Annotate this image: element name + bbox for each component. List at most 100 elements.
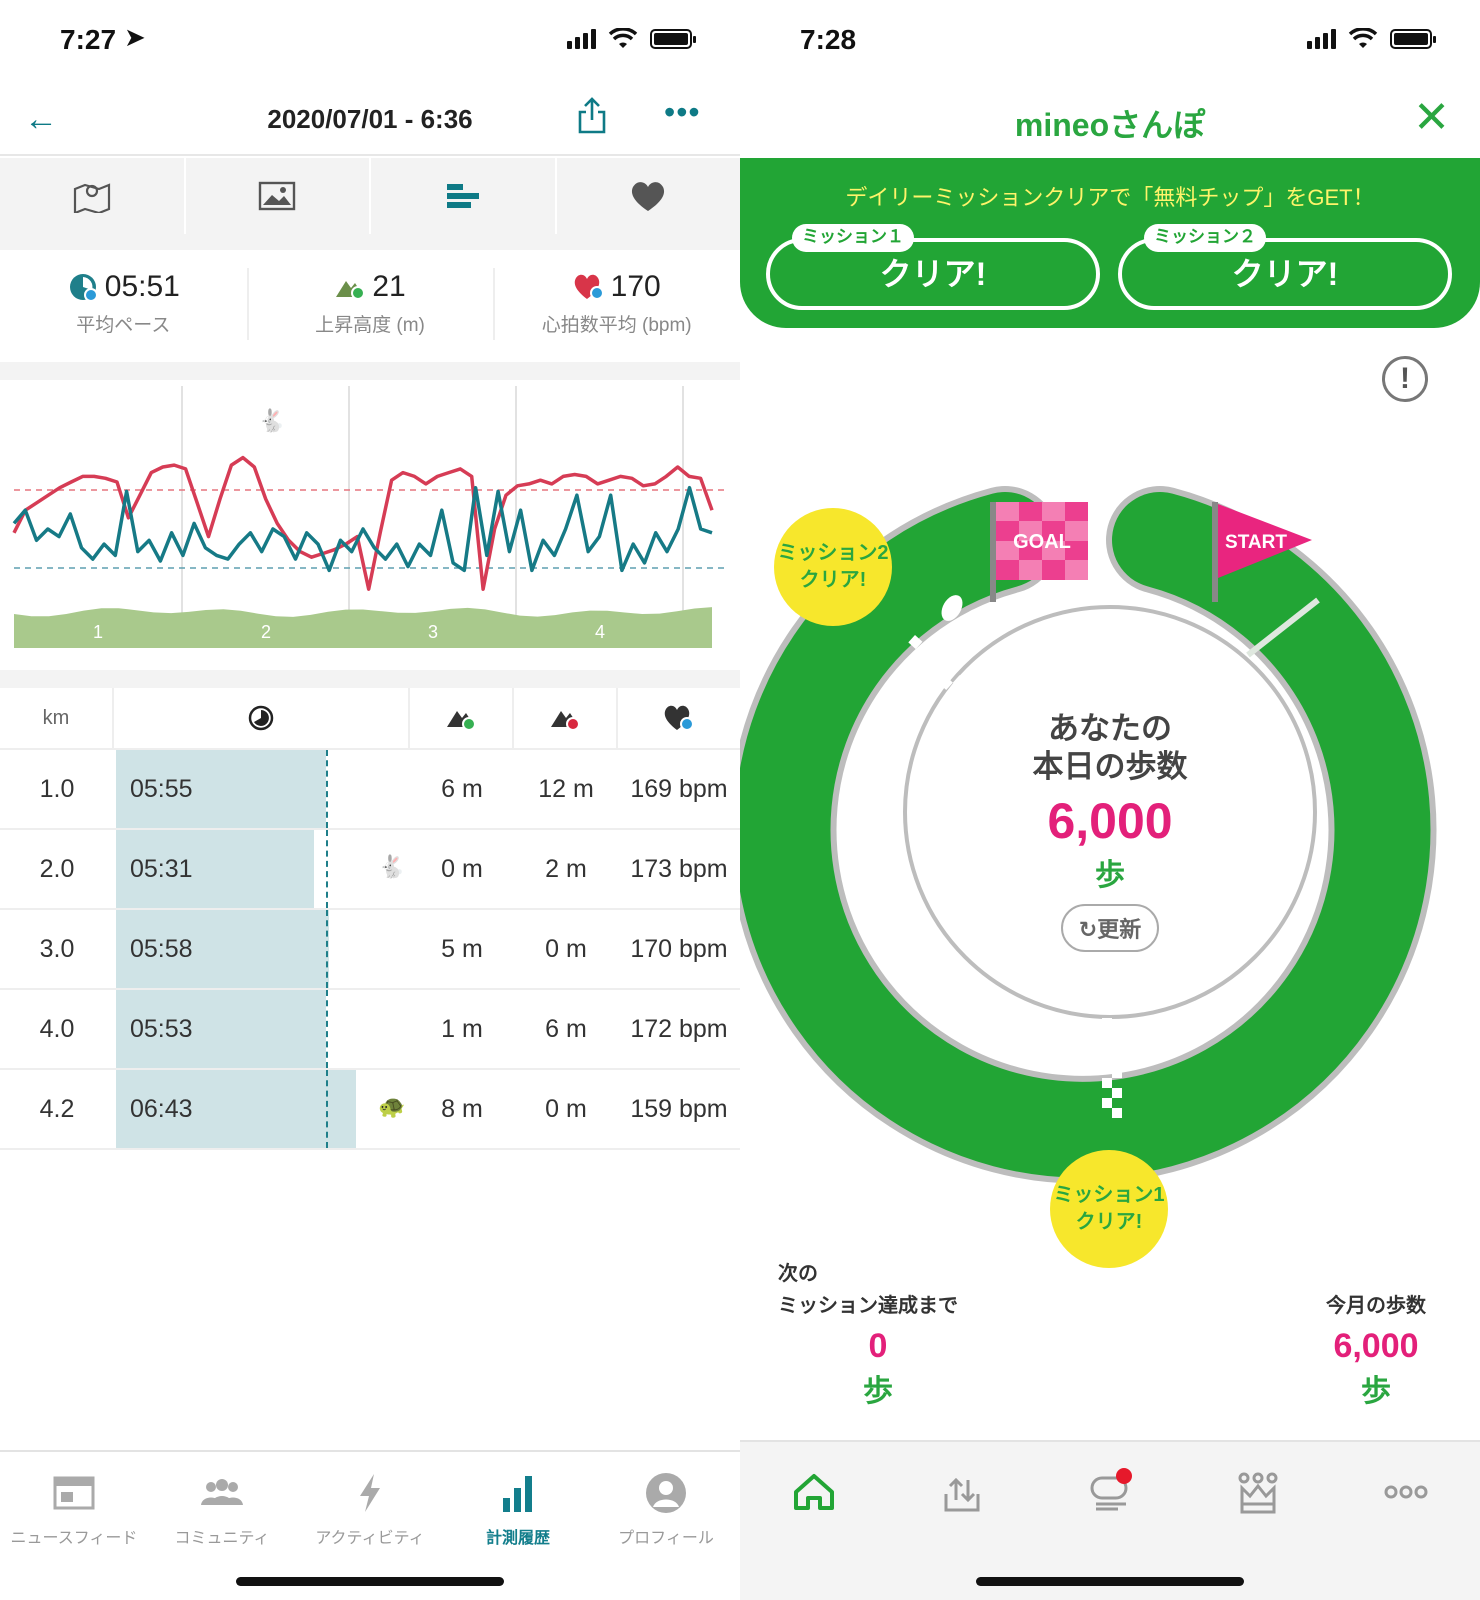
refresh-button[interactable]: ↻更新 xyxy=(1060,904,1160,952)
lap-heart-rate: 169 bpm xyxy=(630,774,728,803)
status-time: 7:27 xyxy=(60,24,117,55)
status-bar: 7:28 xyxy=(740,18,1480,62)
profile-icon xyxy=(646,1473,686,1513)
goal-label: GOAL xyxy=(1013,531,1071,553)
steps-unit: 歩 xyxy=(1095,859,1125,892)
lap-row[interactable]: 2.0 05:31 🐇 0 m 2 m 173 bpm xyxy=(0,830,740,910)
status-bar: 7:27 ➤ xyxy=(0,18,740,62)
bubble-text: ミッション2 クリア! xyxy=(777,542,889,591)
avg-pace-line xyxy=(326,750,328,828)
lap-heart-rate: 159 bpm xyxy=(630,1094,728,1123)
lap-pace: 05:55 xyxy=(130,774,193,803)
lap-pace-cell: 06:43 🐢 xyxy=(114,1070,410,1148)
mission-status-text: クリア! xyxy=(879,256,987,292)
lap-elevation-down: 0 m xyxy=(545,1094,587,1123)
mission-tag: ミッション１ xyxy=(792,224,914,252)
mission1-cleared-bubble: ミッション1 クリア! xyxy=(1050,1150,1168,1268)
close-icon[interactable]: ✕ xyxy=(1413,92,1450,143)
nav-more[interactable] xyxy=(1332,1442,1480,1600)
tab-photos[interactable] xyxy=(186,158,371,234)
x-tick-label: 3 xyxy=(428,622,438,642)
mission-tag: ミッション２ xyxy=(1144,224,1266,252)
app-header: mineoさんぽ ✕ xyxy=(740,90,1480,158)
heart-rate-series xyxy=(12,455,714,591)
summary-stats: 05:51 平均ペース 21 上昇高度 (m) 170 心拍数平均 (bpm) xyxy=(0,250,740,362)
stat-elevation-gain: 21 上昇高度 (m) xyxy=(246,250,494,362)
x-tick-label: 2 xyxy=(261,622,271,642)
col-pace xyxy=(114,688,410,748)
divider xyxy=(0,234,740,250)
lap-pace-cell: 05:31 🐇 xyxy=(114,830,410,908)
lap-elevation-up: 0 m xyxy=(441,854,483,883)
steps-title-line1: あなたの xyxy=(1048,711,1172,746)
col-heart-rate xyxy=(618,688,740,748)
stat-avg-pace: 05:51 平均ペース xyxy=(0,250,247,362)
mission2-status[interactable]: ミッション２ クリア! xyxy=(1118,224,1452,310)
stat-label: 心拍数平均 (bpm) xyxy=(541,315,692,336)
nav-label: コミュニティ xyxy=(174,1530,270,1547)
elevation-up-icon xyxy=(336,281,366,300)
running-app-screen: 7:27 ➤ ← 2020/07/01 - 6:36 ••• 05:51 平均ペ… xyxy=(0,0,740,1600)
wifi-icon xyxy=(608,28,638,48)
lap-row[interactable]: 4.0 05:53 1 m 6 m 172 bpm xyxy=(0,990,740,1070)
lap-pace: 05:53 xyxy=(130,1014,193,1043)
lap-elevation-down: 0 m xyxy=(545,934,587,963)
lap-km: 1.0 xyxy=(39,774,75,803)
nav-profile[interactable]: プロフィール xyxy=(592,1452,740,1600)
col-km: km xyxy=(0,688,114,748)
pace-icon xyxy=(69,274,98,302)
lap-pace-cell: 05:55 xyxy=(114,750,410,828)
status-time: 7:28 xyxy=(800,24,857,55)
map-icon xyxy=(73,183,110,213)
stat-label: 平均ペース xyxy=(76,315,171,336)
nav-newsfeed[interactable]: ニュースフィード xyxy=(0,1452,148,1600)
newsfeed-icon xyxy=(53,1476,95,1510)
share-icon[interactable] xyxy=(576,96,608,141)
avg-pace-line xyxy=(326,910,328,988)
info-alert-icon[interactable]: ! xyxy=(1382,356,1428,402)
more-options-icon[interactable]: ••• xyxy=(664,94,701,131)
lap-km: 4.2 xyxy=(39,1094,75,1123)
activity-tabs xyxy=(0,158,740,234)
lap-row[interactable]: 3.0 05:58 5 m 0 m 170 bpm xyxy=(0,910,740,990)
crown-icon xyxy=(1238,1472,1278,1514)
stat-value: 05:51 xyxy=(104,270,180,303)
lap-table: km 1.0 05:55 6 m 12 m 169 bpm 2.0 05:31 🐇 0 m 2 m… xyxy=(0,688,740,1150)
avg-pace-line xyxy=(326,830,328,908)
home-icon xyxy=(794,1474,834,1510)
lap-elevation-up: 1 m xyxy=(441,1014,483,1043)
tab-map[interactable] xyxy=(0,158,186,234)
stat-label: 上昇高度 (m) xyxy=(315,315,425,336)
activity-date-title: 2020/07/01 - 6:36 xyxy=(267,104,473,134)
lap-elevation-up: 6 m xyxy=(441,774,483,803)
elevation-down-icon xyxy=(551,711,580,731)
stat-value: 170 xyxy=(610,270,661,303)
nav-home[interactable] xyxy=(740,1442,888,1600)
signal-icon xyxy=(1307,29,1336,49)
daily-mission-banner: デイリーミッションクリアで「無料チップ」をGET！ ミッション１ クリア! ミッ… xyxy=(740,158,1480,328)
history-icon xyxy=(503,1476,532,1512)
notification-badge xyxy=(1116,1468,1132,1484)
lap-elevation-down: 6 m xyxy=(545,1014,587,1043)
bubble-text: ミッション1 クリア! xyxy=(1053,1184,1165,1233)
divider xyxy=(0,670,740,688)
x-tick-label: 1 xyxy=(93,622,103,642)
next-mission-remaining: 次の ミッション達成まで 0 歩 xyxy=(778,1258,978,1414)
location-arrow-icon: ➤ xyxy=(124,22,146,52)
refresh-icon: ↻ xyxy=(1078,917,1098,942)
tab-heart[interactable] xyxy=(557,158,741,234)
heart-icon xyxy=(632,182,665,211)
lap-pace: 05:58 xyxy=(130,934,193,963)
lap-pace: 05:31 xyxy=(130,854,193,883)
lap-row[interactable]: 4.2 06:43 🐢 8 m 0 m 159 bpm xyxy=(0,1070,740,1150)
month-steps-value: 6,000 xyxy=(1333,1327,1419,1365)
mission1-status[interactable]: ミッション１ クリア! xyxy=(766,224,1100,310)
lap-row[interactable]: 1.0 05:55 6 m 12 m 169 bpm xyxy=(0,750,740,830)
col-elevation-up xyxy=(410,688,514,748)
signal-icon xyxy=(567,29,596,49)
today-steps-panel: あなたの 本日の歩数 6,000 歩 ↻更新 xyxy=(740,710,1480,952)
lap-elevation-up: 8 m xyxy=(441,1094,483,1123)
tab-laps[interactable] xyxy=(371,158,557,234)
stat-avg-heart-rate: 170 心拍数平均 (bpm) xyxy=(493,250,740,362)
lap-table-header: km xyxy=(0,688,740,750)
